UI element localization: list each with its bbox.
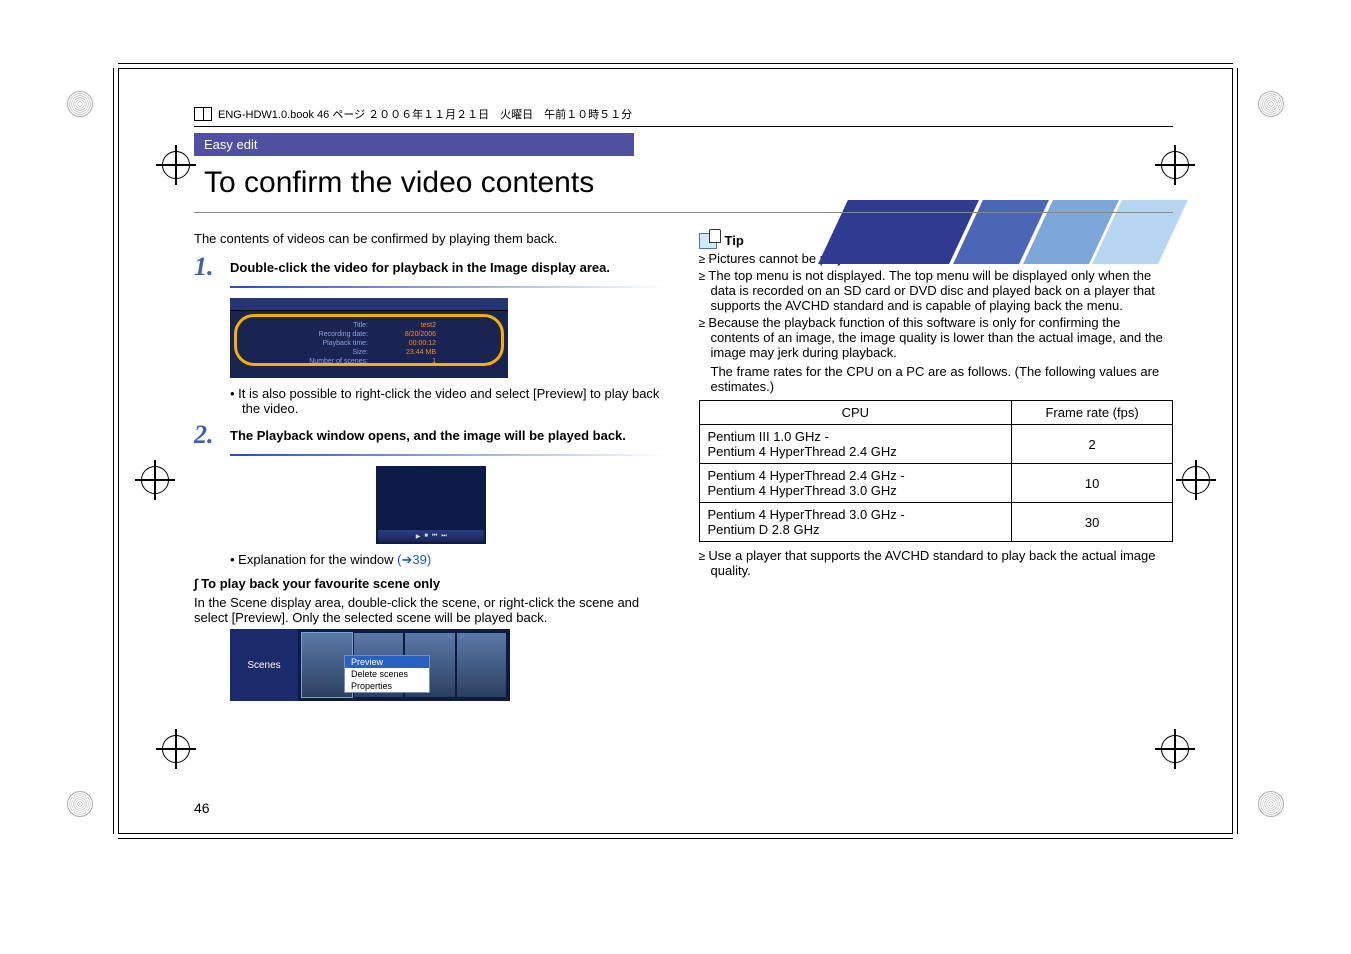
step-rule (230, 286, 669, 288)
left-column: The contents of videos can be confirmed … (194, 231, 669, 709)
stop-icon: ■ (424, 533, 428, 539)
cpu-table: CPU Frame rate (fps) Pentium III 1.0 GHz… (699, 400, 1174, 542)
prev-icon: ⏮ (432, 533, 437, 540)
cpu-cell: Pentium 4 HyperThread 2.4 GHz - Pentium … (699, 464, 1012, 503)
tip-label: Tip (725, 233, 744, 248)
context-menu: Preview Delete scenes Properties (344, 655, 430, 693)
frame-intro: The frame rates for the CPU on a PC are … (711, 364, 1174, 394)
scene-thumb (457, 633, 507, 697)
fig-label: Number of scenes: (309, 358, 368, 365)
page-number: 46 (194, 800, 210, 816)
frame-line (118, 838, 1233, 839)
frame-line (1237, 68, 1238, 834)
regmark-bottom-left (60, 784, 100, 824)
fps-header: Frame rate (fps) (1012, 401, 1173, 425)
fig-value: 1 (432, 358, 436, 365)
next-icon: ⏭ (441, 533, 446, 540)
explain-prefix: Explanation for the window (238, 552, 397, 567)
table-row: Pentium III 1.0 GHz - Pentium 4 HyperThr… (699, 425, 1173, 464)
play-icon: ▶ (416, 533, 421, 540)
figure-video-details: Title: test2 Recording date: 8/20/2006 P… (230, 298, 508, 378)
fig-label: Playback time: (322, 340, 368, 347)
figure-playback-window: ▶ ■ ⏮ ⏭ (376, 466, 486, 544)
table-row: Pentium 4 HyperThread 2.4 GHz - Pentium … (699, 464, 1173, 503)
closing-item: Use a player that supports the AVCHD sta… (699, 548, 1174, 578)
tip-item: The top menu is not displayed. The top m… (699, 268, 1174, 313)
regmark-top-right (1251, 84, 1291, 124)
intro-text: The contents of videos can be confirmed … (194, 231, 669, 246)
favourite-para: In the Scene display area, double-click … (194, 595, 669, 625)
fig-value: 8/20/2006 (405, 331, 436, 338)
right-column: Tip Pictures cannot be played back. The … (699, 231, 1174, 709)
menu-properties: Properties (345, 680, 429, 692)
menu-preview: Preview (345, 656, 429, 668)
step-text: The Playback window opens, and the image… (230, 422, 626, 448)
cpu-header: CPU (699, 401, 1012, 425)
step-number: 1. (194, 254, 220, 280)
section-bar: Easy edit (194, 133, 634, 156)
book-header: ENG-HDW1.0.book 46 ページ ２００６年１１月２１日 火曜日 午… (194, 104, 1173, 127)
fig-label: Title: (353, 322, 368, 329)
step-note: It is also possible to right-click the v… (230, 386, 669, 416)
explain-link[interactable]: (➔39) (397, 552, 431, 567)
step-number: 2. (194, 422, 220, 448)
table-row: Pentium 4 HyperThread 3.0 GHz - Pentium … (699, 503, 1173, 542)
cpu-cell: Pentium III 1.0 GHz - Pentium 4 HyperThr… (699, 425, 1012, 464)
fig-value: test2 (421, 322, 436, 329)
figure-scene-preview: Scenes Preview Delete scenes Properties (230, 629, 510, 701)
frame-line (113, 68, 114, 834)
page-content: ENG-HDW1.0.book 46 ページ ２００６年１１月２１日 火曜日 午… (118, 68, 1233, 834)
fig-value: 23.44 MB (406, 349, 436, 356)
scene-side-label: Scenes (230, 629, 298, 701)
explain-note: Explanation for the window (➔39) (230, 552, 669, 568)
page-title: To confirm the video contents (194, 162, 1173, 213)
fps-cell: 10 (1012, 464, 1173, 503)
fig-value: 00:00:12 (409, 340, 436, 347)
fps-cell: 2 (1012, 425, 1173, 464)
menu-delete: Delete scenes (345, 668, 429, 680)
closing-list: Use a player that supports the AVCHD sta… (699, 548, 1174, 578)
fig-label: Recording date: (319, 331, 368, 338)
tip-icon (699, 231, 721, 249)
frame-line (118, 63, 1233, 64)
step-1: 1. Double-click the video for playback i… (194, 254, 669, 280)
tip-item: Because the playback function of this so… (699, 315, 1174, 360)
step-text: Double-click the video for playback in t… (230, 254, 610, 280)
regmark-bottom-right (1251, 784, 1291, 824)
cpu-cell: Pentium 4 HyperThread 3.0 GHz - Pentium … (699, 503, 1012, 542)
fps-cell: 30 (1012, 503, 1173, 542)
step-2: 2. The Playback window opens, and the im… (194, 422, 669, 448)
book-icon (194, 107, 212, 121)
book-header-text: ENG-HDW1.0.book 46 ページ ２００６年１１月２１日 火曜日 午… (218, 106, 632, 122)
favourite-heading: To play back your favourite scene only (194, 576, 669, 591)
step-rule (230, 454, 669, 456)
regmark-top-left (60, 84, 100, 124)
tip-list: Pictures cannot be played back. The top … (699, 251, 1174, 360)
fig-label: Size: (352, 349, 368, 356)
